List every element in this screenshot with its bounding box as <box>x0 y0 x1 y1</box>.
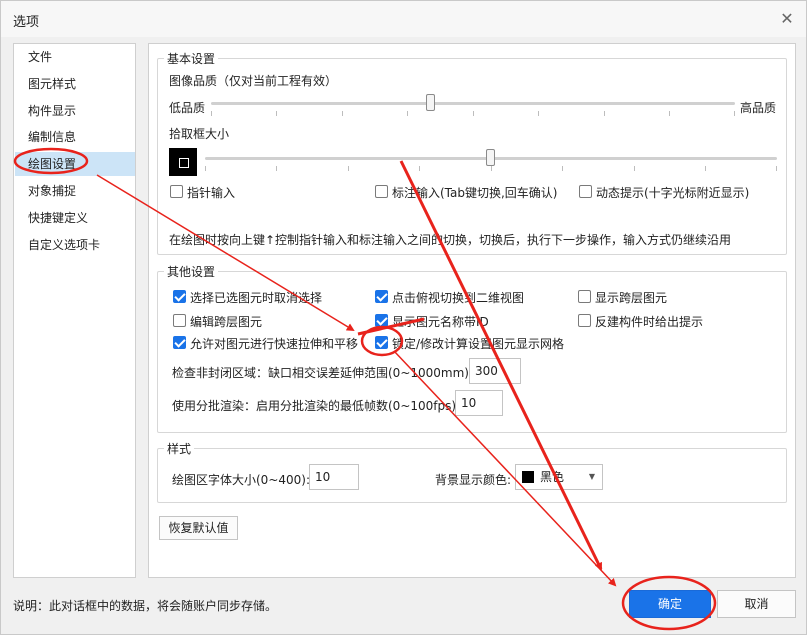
background-color-select[interactable]: 黑色 ▼ <box>515 464 603 490</box>
footer-note: 说明：此对话框中的数据，将会随账户同步存储。 <box>13 599 278 613</box>
sidebar-item-compile-info[interactable]: 编制信息 <box>15 125 135 149</box>
quick-stretch-checkbox[interactable] <box>173 336 186 349</box>
pointer-input-label: 指针输入 <box>187 186 236 200</box>
restore-defaults-button[interactable]: 恢复默认值 <box>159 516 238 540</box>
dynamic-prompt-label: 动态提示(十字光标附近显示) <box>596 186 750 200</box>
sidebar-item-shortcut-keys[interactable]: 快捷键定义 <box>15 206 135 230</box>
ok-button[interactable]: 确定 <box>629 590 711 618</box>
sidebar: 文件 图元样式 构件显示 编制信息 绘图设置 对象捕捉 快捷键定义 自定义选项卡 <box>13 43 136 578</box>
topview-2d-checkbox[interactable] <box>375 290 388 303</box>
lock-grid-checkbox[interactable] <box>375 336 388 349</box>
gap-range-label: 检查非封闭区域：缺口相交误差延伸范围(0~1000mm): <box>172 366 474 380</box>
pick-box-size-label: 拾取框大小 <box>169 127 230 141</box>
reverse-build-prompt-checkbox[interactable] <box>578 314 591 327</box>
other-settings-legend: 其他设置 <box>167 265 216 279</box>
lock-grid-label: 锁定/修改计算设置图元显示网格 <box>392 337 565 351</box>
reverse-build-prompt-label: 反建构件时给出提示 <box>595 315 704 329</box>
topview-2d-label: 点击俯视切换到二维视图 <box>392 291 525 305</box>
title-bar: 选项 ✕ <box>1 1 806 37</box>
sidebar-item-component-display[interactable]: 构件显示 <box>15 99 135 123</box>
close-icon[interactable]: ✕ <box>777 9 797 29</box>
basic-settings-legend: 基本设置 <box>167 52 216 66</box>
pointer-input-checkbox[interactable] <box>170 185 183 198</box>
options-dialog: 选项 ✕ 文件 图元样式 构件显示 编制信息 绘图设置 对象捕捉 快捷键定义 自… <box>0 0 807 635</box>
image-quality-ticks <box>211 111 735 117</box>
input-toggle-note: 在绘图时按向上键↑控制指针输入和标注输入之间的切换，切换后，执行下一步操作，输入… <box>169 233 732 247</box>
background-color-swatch <box>522 471 534 483</box>
low-quality-label: 低品质 <box>169 101 206 115</box>
dynamic-prompt-checkbox[interactable] <box>579 185 592 198</box>
font-size-label: 绘图区字体大小(0~400): <box>172 473 311 487</box>
deselect-on-reselect-label: 选择已选图元时取消选择 <box>190 291 323 305</box>
edit-cross-layer-label: 编辑跨层图元 <box>190 315 263 329</box>
sidebar-item-drawing-settings[interactable]: 绘图设置 <box>15 152 135 176</box>
sidebar-item-file[interactable]: 文件 <box>15 45 135 69</box>
pick-box-ticks <box>205 166 777 172</box>
show-name-with-id-checkbox[interactable] <box>375 314 388 327</box>
background-color-value: 黑色 <box>540 470 565 484</box>
quick-stretch-label: 允许对图元进行快速拉伸和平移 <box>190 337 359 351</box>
pick-box-slider-thumb[interactable] <box>486 149 495 166</box>
dimension-input-checkbox[interactable] <box>375 185 388 198</box>
cancel-button[interactable]: 取消 <box>717 590 796 618</box>
image-quality-label: 图像品质（仅对当前工程有效） <box>169 74 338 88</box>
edit-cross-layer-checkbox[interactable] <box>173 314 186 327</box>
gap-range-input[interactable]: 300 <box>469 358 521 384</box>
batch-render-input[interactable]: 10 <box>455 390 503 416</box>
show-cross-layer-label: 显示跨层图元 <box>595 291 668 305</box>
show-name-with-id-label: 显示图元名称带ID <box>392 315 489 329</box>
font-size-input[interactable]: 10 <box>309 464 359 490</box>
batch-render-label: 使用分批渲染：启用分批渲染的最低帧数(0~100fps): <box>172 399 461 413</box>
style-legend: 样式 <box>167 442 192 456</box>
background-color-label: 背景显示颜色: <box>435 473 512 487</box>
image-quality-slider-thumb[interactable] <box>426 94 436 111</box>
show-cross-layer-checkbox[interactable] <box>578 290 591 303</box>
sidebar-item-element-style[interactable]: 图元样式 <box>15 72 135 96</box>
image-quality-slider[interactable] <box>211 102 735 105</box>
chevron-down-icon: ▼ <box>588 472 595 481</box>
deselect-on-reselect-checkbox[interactable] <box>173 290 186 303</box>
settings-panel: 基本设置 图像品质（仅对当前工程有效） 低品质 高品质 拾取框大小 指针输入 标… <box>148 43 796 578</box>
sidebar-item-object-snap[interactable]: 对象捕捉 <box>15 179 135 203</box>
dialog-title: 选项 <box>13 15 40 30</box>
sidebar-item-custom-tabs[interactable]: 自定义选项卡 <box>15 233 135 257</box>
high-quality-label: 高品质 <box>740 101 777 115</box>
pick-box-preview <box>169 148 197 176</box>
dimension-input-label: 标注输入(Tab键切换,回车确认) <box>392 186 558 200</box>
